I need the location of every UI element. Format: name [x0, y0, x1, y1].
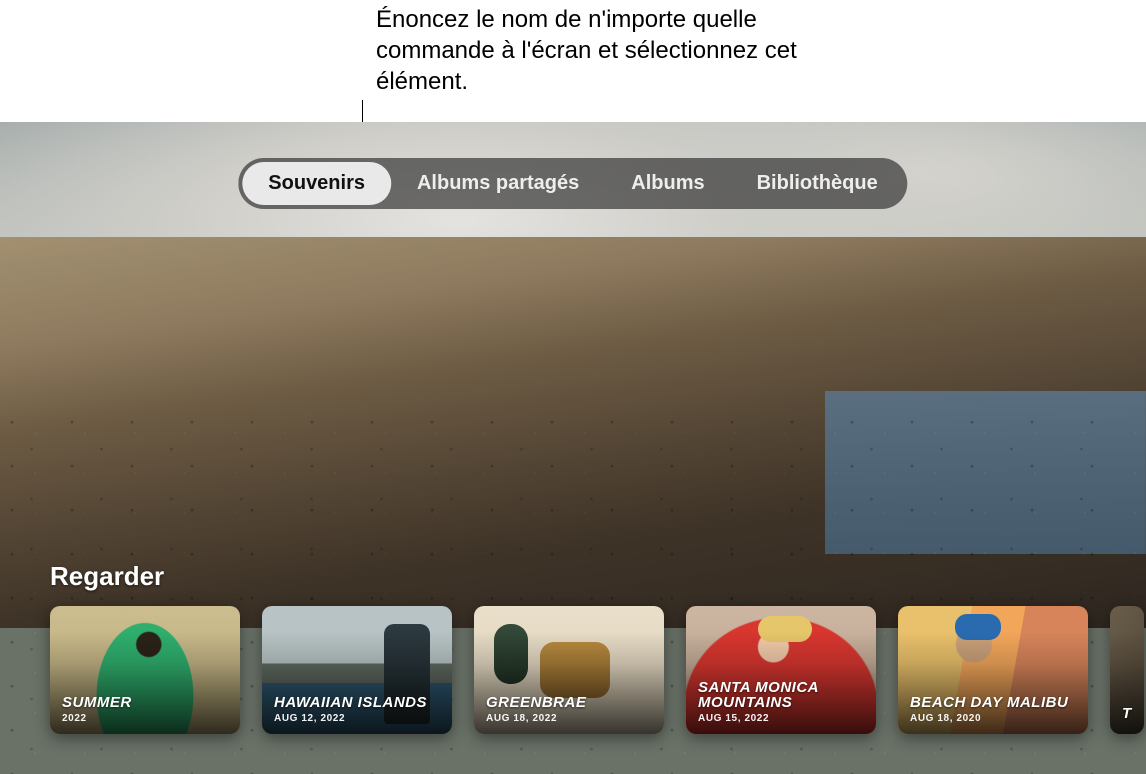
- tab-albums[interactable]: Albums: [605, 162, 730, 205]
- memory-card-greenbrae[interactable]: GREENBRAE AUG 18, 2022: [474, 606, 664, 734]
- memory-meta: GREENBRAE AUG 18, 2022: [486, 695, 654, 724]
- memory-meta: SUMMER 2022: [62, 695, 230, 724]
- tab-souvenirs[interactable]: Souvenirs: [242, 162, 391, 205]
- top-tab-bar: Souvenirs Albums partagés Albums Bibliot…: [238, 158, 907, 209]
- memory-title: SANTA MONICA MOUNTAINS: [698, 680, 866, 712]
- memory-date: AUG 18, 2022: [486, 713, 654, 724]
- help-annotation: Énoncez le nom de n'importe quelle comma…: [376, 4, 856, 98]
- memory-card-next-partial[interactable]: T: [1110, 606, 1144, 734]
- memory-date: AUG 12, 2022: [274, 713, 442, 724]
- memory-date: AUG 15, 2022: [698, 713, 866, 724]
- shelf-title-regarder: Regarder: [50, 561, 164, 592]
- memory-card-summer[interactable]: SUMMER 2022: [50, 606, 240, 734]
- memory-title: GREENBRAE: [486, 695, 654, 711]
- memory-title: HAWAIIAN ISLANDS: [274, 695, 442, 711]
- memory-card-hawaiian-islands[interactable]: HAWAIIAN ISLANDS AUG 12, 2022: [262, 606, 452, 734]
- memory-meta: BEACH DAY MALIBU AUG 18, 2020: [910, 695, 1078, 724]
- memory-title: T: [1122, 706, 1134, 722]
- memory-card-beach-day-malibu[interactable]: BEACH DAY MALIBU AUG 18, 2020: [898, 606, 1088, 734]
- memory-date: AUG 18, 2020: [910, 713, 1078, 724]
- memory-meta: SANTA MONICA MOUNTAINS AUG 15, 2022: [698, 680, 866, 725]
- tab-bibliotheque[interactable]: Bibliothèque: [731, 162, 904, 205]
- memory-date: 2022: [62, 713, 230, 724]
- tab-albums-partages[interactable]: Albums partagés: [391, 162, 605, 205]
- memory-card-santa-monica-mountains[interactable]: SANTA MONICA MOUNTAINS AUG 15, 2022: [686, 606, 876, 734]
- memory-meta: T: [1122, 706, 1134, 724]
- memories-shelf[interactable]: SUMMER 2022 HAWAIIAN ISLANDS AUG 12, 202…: [50, 606, 1146, 734]
- photos-app-screen: Souvenirs Albums partagés Albums Bibliot…: [0, 122, 1146, 774]
- memory-title: SUMMER: [62, 695, 230, 711]
- memory-meta: HAWAIIAN ISLANDS AUG 12, 2022: [274, 695, 442, 724]
- memory-title: BEACH DAY MALIBU: [910, 695, 1078, 711]
